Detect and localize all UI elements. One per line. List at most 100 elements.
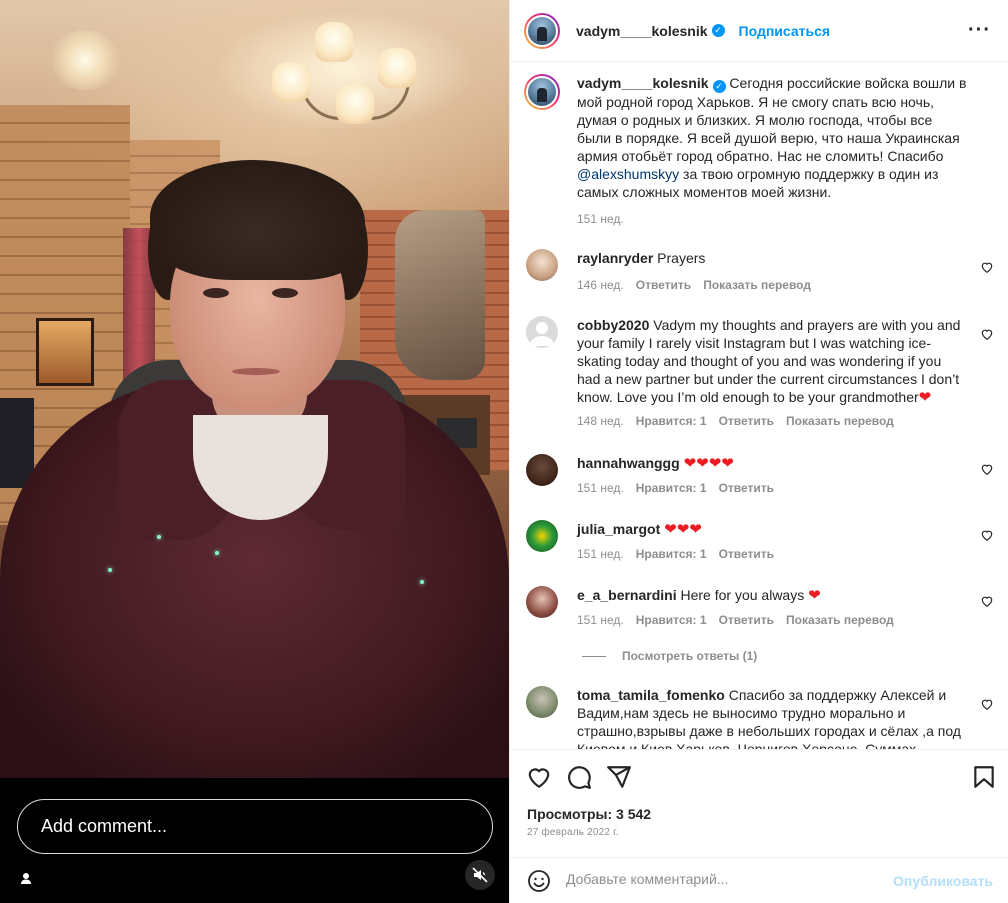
heart-emoji: ❤❤❤❤ (683, 455, 734, 472)
commenter-avatar[interactable] (526, 454, 558, 486)
publish-button[interactable]: Опубликовать (893, 873, 993, 889)
post-actions: Просмотры: 3 542 27 февраль 2022 г. (510, 749, 1008, 849)
commenter-avatar[interactable] (526, 520, 558, 552)
eye (272, 288, 298, 298)
comment-text: cobby2020 Vadym my thoughts and prayers … (577, 316, 967, 407)
post-header: vadym____kolesnik ✓ Подписаться ··· (510, 0, 1008, 62)
light-dot (157, 535, 161, 539)
comment-text: julia_margot ❤❤❤ (577, 520, 967, 539)
comment-username[interactable]: julia_margot (577, 521, 660, 537)
post-sidebar: vadym____kolesnik ✓ Подписаться ··· vady… (509, 0, 1008, 903)
ceiling-lamp (50, 30, 120, 90)
comment-text: e_a_bernardini Here for you always ❤ (577, 586, 967, 605)
comment-username[interactable]: cobby2020 (577, 317, 649, 333)
more-options-icon[interactable]: ··· (968, 20, 991, 40)
commenter-avatar[interactable] (526, 249, 558, 281)
video-player[interactable]: Add comment... (0, 0, 509, 903)
verified-badge-icon: ✓ (711, 24, 725, 37)
commenter-avatar[interactable] (526, 316, 558, 348)
comment-username[interactable]: e_a_bernardini (577, 587, 677, 603)
comment: julia_margot ❤❤❤ 151 нед. Нравится: 1 От… (524, 520, 994, 570)
reply-button[interactable]: Ответить (719, 414, 774, 428)
caption-meta: 151 нед. (577, 212, 624, 226)
comment-age: 151 нед. (577, 547, 624, 561)
heart-emoji: ❤ (808, 587, 821, 604)
caption-age: 151 нед. (577, 212, 624, 226)
comment-username[interactable]: hannahwanggg (577, 455, 680, 471)
views-count[interactable]: Просмотры: 3 542 (527, 806, 651, 822)
reply-button[interactable]: Ответить (719, 613, 774, 627)
commenter-avatar[interactable] (526, 586, 558, 618)
comment-icon[interactable] (566, 764, 592, 790)
like-heart-icon[interactable] (980, 594, 994, 608)
video-comment-input[interactable]: Add comment... (17, 799, 493, 854)
view-replies-label[interactable]: Посмотреть ответы (1) (622, 649, 757, 663)
comment-meta: 151 нед. Нравится: 1 Ответить (577, 547, 774, 561)
mention-link[interactable]: @alexshumskyy (577, 166, 679, 182)
chandelier-bulb (315, 22, 353, 62)
comment: e_a_bernardini Here for you always ❤ 151… (524, 586, 994, 636)
heart-emoji: ❤ (918, 389, 932, 406)
comment-text: hannahwanggg ❤❤❤❤ (577, 454, 967, 473)
like-heart-icon[interactable] (980, 327, 994, 341)
translate-button[interactable]: Показать перевод (786, 613, 894, 627)
comment-meta: 146 нед. Ответить Показать перевод (577, 278, 811, 292)
share-icon[interactable] (606, 764, 632, 790)
bookmark-icon[interactable] (971, 764, 997, 790)
comment-text: raylanryder Prayers (577, 249, 967, 267)
like-heart-icon[interactable] (980, 697, 994, 711)
reply-button[interactable]: Ответить (719, 547, 774, 561)
caption-text: vadym____kolesnik ✓ Сегодня российские во… (577, 74, 967, 201)
chandelier-bulb (336, 84, 374, 124)
translate-button[interactable]: Показать перевод (703, 278, 811, 292)
light-dot (420, 580, 424, 584)
user-icon[interactable] (18, 871, 34, 887)
comment-age: 151 нед. (577, 481, 624, 495)
like-heart-icon[interactable] (980, 528, 994, 542)
video-comment-placeholder: Add comment... (41, 816, 168, 836)
follow-button[interactable]: Подписаться (739, 23, 831, 39)
likes-count[interactable]: Нравится: 1 (636, 481, 707, 495)
comment-meta: 151 нед. Нравится: 1 Ответить Показать п… (577, 613, 894, 627)
chandelier-bulb (272, 62, 310, 102)
likes-count[interactable]: Нравится: 1 (636, 613, 707, 627)
like-heart-icon[interactable] (980, 462, 994, 476)
likes-count[interactable]: Нравится: 1 (636, 547, 707, 561)
reply-button[interactable]: Ответить (719, 481, 774, 495)
chandelier-bulb (378, 48, 416, 88)
reply-button[interactable]: Ответить (636, 278, 691, 292)
light-dot (108, 568, 112, 572)
translate-button[interactable]: Показать перевод (786, 414, 894, 428)
comments-list[interactable]: vadym____kolesnik ✓ Сегодня российские во… (510, 63, 1008, 749)
comment-username[interactable]: toma_tamila_fomenko (577, 687, 725, 703)
comment: raylanryder Prayers 146 нед. Ответить По… (524, 249, 994, 299)
comment-body: Here for you always (680, 587, 805, 603)
comment-username[interactable]: raylanryder (577, 250, 653, 266)
hair (150, 160, 365, 280)
post-caption: vadym____kolesnik ✓ Сегодня российские во… (524, 74, 994, 239)
author-avatar[interactable] (524, 12, 560, 49)
caption-username[interactable]: vadym____kolesnik (577, 75, 709, 91)
commenter-avatar[interactable] (526, 686, 558, 718)
add-comment-bar: Опубликовать (510, 857, 1008, 903)
author-avatar[interactable] (524, 74, 560, 110)
author-username[interactable]: vadym____kolesnik (576, 23, 708, 39)
likes-count[interactable]: Нравится: 1 (636, 414, 707, 428)
light-dot (215, 551, 219, 555)
emoji-icon[interactable] (527, 869, 551, 893)
view-replies-button[interactable]: Посмотреть ответы (1) (582, 649, 757, 663)
like-icon[interactable] (526, 764, 552, 790)
comment: hannahwanggg ❤❤❤❤ 151 нед. Нравится: 1 О… (524, 454, 994, 504)
comment-age: 151 нед. (577, 613, 624, 627)
comment-input[interactable] (566, 871, 886, 887)
verified-badge-icon: ✓ (712, 80, 726, 93)
heart-emoji: ❤❤❤ (664, 521, 702, 538)
eye (203, 288, 229, 298)
comment-body: Prayers (657, 250, 706, 266)
video-frame[interactable] (0, 0, 509, 778)
comment: cobby2020 Vadym my thoughts and prayers … (524, 316, 994, 436)
comment-meta: 151 нед. Нравится: 1 Ответить (577, 481, 774, 495)
wall-picture (36, 318, 94, 386)
mute-button[interactable] (465, 860, 495, 890)
like-heart-icon[interactable] (980, 260, 994, 274)
